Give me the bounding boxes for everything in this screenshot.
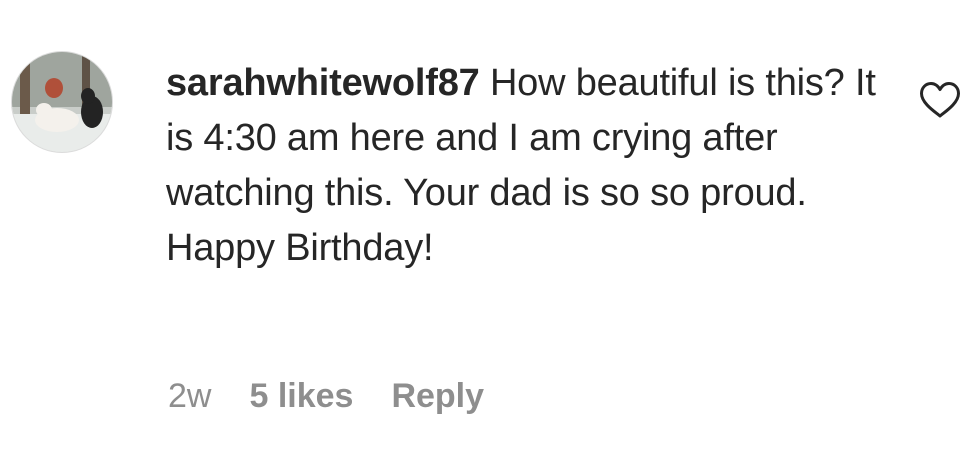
reply-button[interactable]: Reply [391,377,484,416]
comment-meta: 2w 5 likes Reply [168,374,484,418]
comment-item: sarahwhitewolf87 How beautiful is this? … [0,0,980,454]
like-button[interactable] [919,81,961,119]
avatar-photo [12,52,112,152]
comment-body: sarahwhitewolf87 How beautiful is this? … [166,56,886,276]
heart-outline-icon [920,82,960,118]
comment-username[interactable]: sarahwhitewolf87 [166,62,480,104]
avatar[interactable] [12,52,112,152]
comment-time: 2w [168,376,212,415]
likes-count-button[interactable]: 5 likes [249,377,353,416]
